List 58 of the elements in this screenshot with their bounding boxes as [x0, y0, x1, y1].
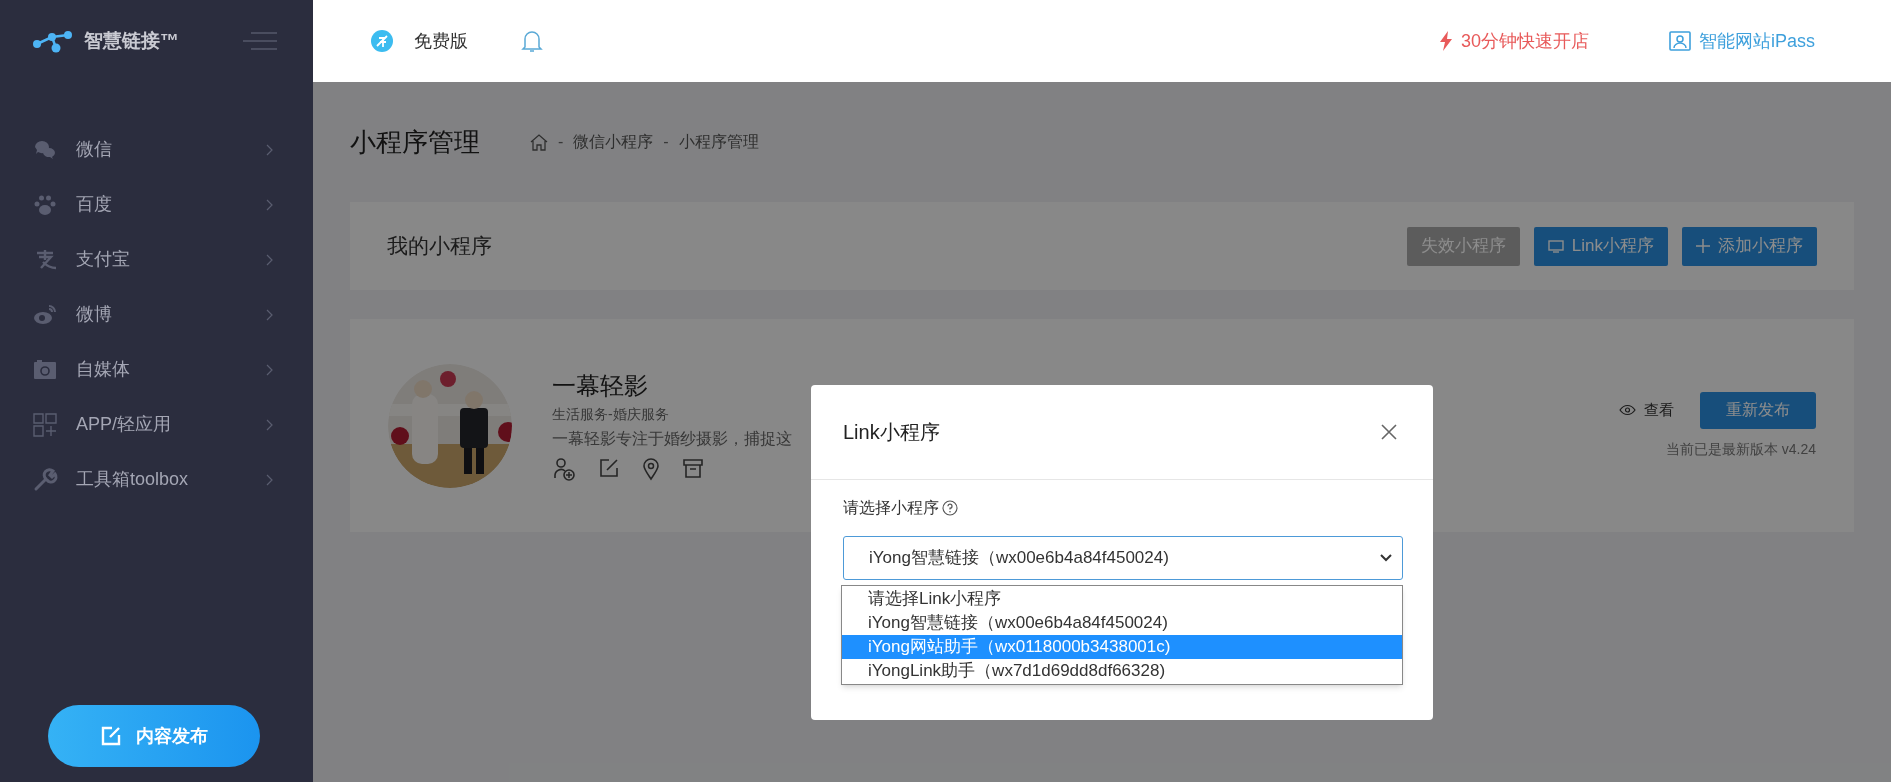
dropdown-option[interactable]: iYong智慧链接（wx00e6b4a84f450024)	[842, 611, 1402, 635]
portrait-icon	[1669, 31, 1691, 51]
sidebar-item[interactable]: APP/轻应用	[0, 397, 313, 452]
archive-icon[interactable]	[682, 457, 704, 479]
sidebar-item[interactable]: 微博	[0, 287, 313, 342]
brand-name: 智慧链接™	[84, 28, 179, 53]
select-field[interactable]: iYong智慧链接（wx00e6b4a84f450024)	[843, 536, 1403, 580]
weibo-icon	[32, 302, 58, 327]
edit-icon[interactable]	[598, 457, 620, 479]
camera-icon	[32, 357, 58, 382]
breadcrumb-separator: -	[663, 132, 669, 152]
sidebar-item[interactable]: 支付宝	[0, 232, 313, 287]
chevron-right-icon	[266, 418, 273, 431]
badge-icon	[370, 29, 394, 53]
app-grid-icon	[32, 412, 58, 437]
chevron-down-icon	[1380, 554, 1392, 562]
chevron-right-icon	[266, 473, 273, 486]
breadcrumb-separator: -	[558, 132, 564, 152]
chevron-right-icon	[266, 253, 273, 266]
breadcrumb-link[interactable]: 小程序管理	[678, 130, 759, 154]
location-icon[interactable]	[642, 457, 660, 481]
page-title: 小程序管理	[350, 125, 480, 159]
sidebar-item[interactable]: 微信	[0, 122, 313, 177]
logo-icon	[32, 29, 74, 53]
app-description: 一幕轻影专注于婚纱摄影，捕捉这	[552, 429, 792, 449]
dropdown-option[interactable]: 请选择Link小程序	[842, 587, 1402, 611]
home-icon[interactable]	[530, 133, 548, 151]
monitor-icon	[1547, 239, 1564, 253]
plus-icon	[1696, 239, 1710, 253]
shop-link[interactable]: 30分钟快速开店	[1438, 27, 1589, 55]
app-category: 生活服务-婚庆服务	[552, 405, 670, 424]
eye-icon	[1619, 404, 1636, 416]
modal-title: Link小程序	[843, 420, 940, 445]
sidebar-item[interactable]: 自媒体	[0, 342, 313, 397]
chevron-right-icon	[266, 198, 273, 211]
edit-icon	[100, 725, 122, 747]
wrench-icon	[32, 467, 58, 492]
dropdown-option[interactable]: iYong网站助手（wx0118000b3438001c)	[842, 635, 1402, 659]
chevron-right-icon	[266, 308, 273, 321]
app-name: 一幕轻影	[552, 371, 649, 401]
site-link[interactable]: 智能网站iPass	[1669, 27, 1815, 55]
sidebar-item[interactable]: 百度	[0, 177, 313, 232]
chevron-right-icon	[266, 363, 273, 376]
help-icon[interactable]	[942, 500, 958, 516]
lightning-icon	[1438, 31, 1453, 51]
breadcrumb-link[interactable]: 微信小程序	[573, 130, 654, 154]
publish-button[interactable]: 内容发布	[48, 705, 260, 767]
edition-label: 免费版	[414, 29, 468, 53]
field-label: 请选择小程序	[843, 498, 939, 518]
version-text: 当前已是最新版本 v4.24	[1665, 439, 1816, 459]
panel-title: 我的小程序	[387, 233, 492, 260]
dropdown-option[interactable]: iYongLink助手（wx7d1d69dd8df66328)	[842, 659, 1402, 683]
view-link[interactable]: 查看	[1619, 398, 1674, 422]
add-user-icon[interactable]	[552, 457, 576, 481]
bell-icon[interactable]	[520, 28, 544, 54]
close-icon	[1381, 424, 1397, 440]
chevron-right-icon	[266, 143, 273, 156]
sidebar-item[interactable]: 工具箱toolbox	[0, 452, 313, 507]
